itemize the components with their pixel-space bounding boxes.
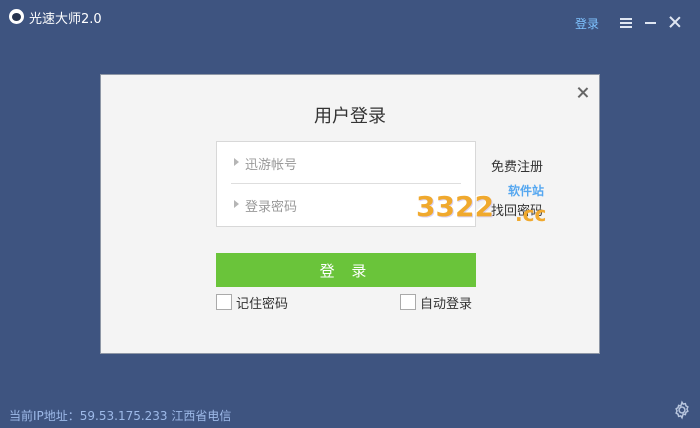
account-field[interactable]: 迅游帐号 <box>217 142 475 184</box>
dialog-title: 用户登录 <box>314 106 386 127</box>
remember-password-option[interactable]: 记住密码 <box>216 293 289 312</box>
arrow-right-icon <box>234 200 239 208</box>
account-placeholder: 迅游帐号 <box>245 158 298 173</box>
auto-login-option[interactable]: 自动登录 <box>400 293 473 312</box>
top-login-link[interactable]: 登录 <box>575 15 599 32</box>
dialog-close-icon[interactable] <box>576 86 589 99</box>
register-link[interactable]: 免费注册 <box>491 156 543 175</box>
app-title: 光速大师2.0 <box>29 12 102 27</box>
password-placeholder: 登录密码 <box>245 200 298 215</box>
minimize-icon[interactable] <box>645 22 656 24</box>
watermark-top-text: 软件站 <box>508 184 545 198</box>
app-logo-icon <box>9 9 24 24</box>
watermark-number: 3322 <box>416 190 494 223</box>
watermark-domain: .cc <box>515 202 547 226</box>
close-icon[interactable] <box>668 15 682 29</box>
arrow-right-icon <box>234 158 239 166</box>
auto-login-checkbox[interactable] <box>400 294 416 310</box>
menu-icon[interactable] <box>620 18 632 28</box>
ip-address-text: 当前IP地址：59.53.175.233 江西省电信 <box>9 409 232 423</box>
gear-icon[interactable] <box>671 399 693 421</box>
login-button[interactable]: 登 录 <box>216 253 476 287</box>
remember-password-label: 记住密码 <box>236 296 289 312</box>
auto-login-label: 自动登录 <box>420 296 473 312</box>
watermark-logo: 3322 软件站 .cc <box>416 180 556 232</box>
remember-password-checkbox[interactable] <box>216 294 232 310</box>
